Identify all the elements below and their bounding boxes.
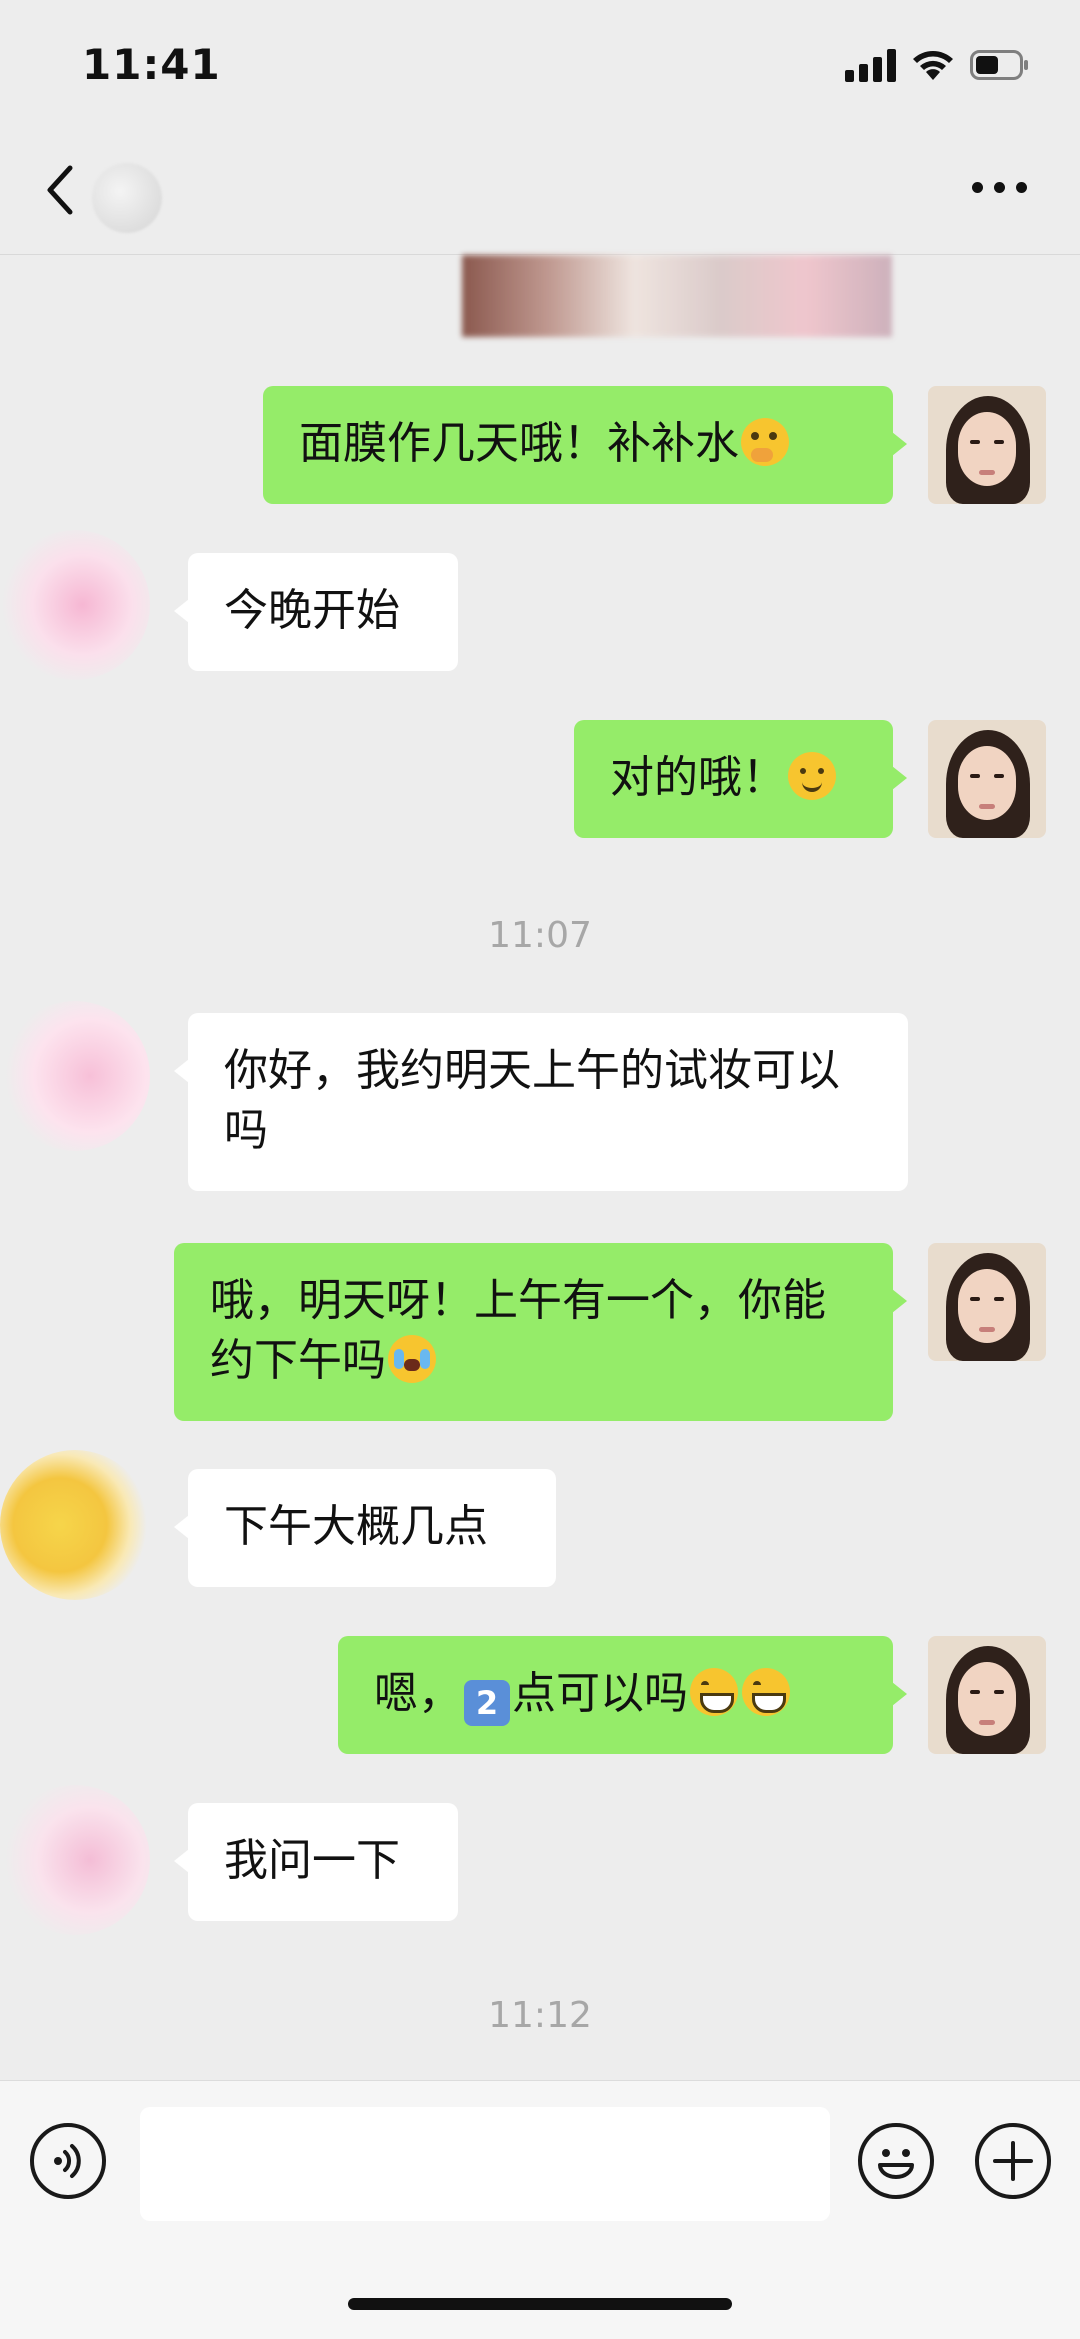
- message-bubble-sent[interactable]: 哦，明天呀！上午有一个，你能约下午吗: [174, 1243, 907, 1421]
- home-indicator[interactable]: [348, 2298, 732, 2310]
- message-bubble-sent[interactable]: 对的哦！: [574, 720, 907, 838]
- emoji-icon[interactable]: [858, 2123, 934, 2199]
- message-input[interactable]: [140, 2107, 830, 2221]
- contact-avatar[interactable]: [0, 1001, 150, 1151]
- my-avatar[interactable]: [928, 720, 1046, 838]
- my-avatar[interactable]: [928, 1243, 1046, 1361]
- message-list[interactable]: 面膜作几天哦！补补水 今晚开始 对的哦！ 11:07 你好，我约明天上午的试妆可…: [0, 255, 1080, 2080]
- message-bubble-received[interactable]: 下午大概几点: [174, 1469, 556, 1587]
- my-avatar[interactable]: [928, 386, 1046, 504]
- contact-avatar[interactable]: [0, 1785, 150, 1935]
- more-icon[interactable]: [972, 182, 1028, 198]
- message-bubble-received[interactable]: 你好，我约明天上午的试妆可以吗: [174, 1013, 908, 1191]
- message-bubble-received[interactable]: 今晚开始: [174, 553, 458, 671]
- wifi-icon: [913, 51, 953, 80]
- message-timestamp: 11:12: [488, 1995, 592, 2036]
- my-avatar[interactable]: [928, 1636, 1046, 1754]
- contact-avatar[interactable]: [92, 163, 162, 233]
- battery-icon: [970, 50, 1028, 80]
- keycap-two-emoji: 2: [464, 1680, 510, 1726]
- plus-icon[interactable]: [975, 2123, 1051, 2199]
- title-blur-overlay: [200, 164, 860, 224]
- thinking-emoji-icon: [741, 418, 789, 466]
- chevron-left-icon[interactable]: [40, 160, 80, 220]
- message-timestamp: 11:07: [488, 915, 592, 956]
- chat-header: [0, 130, 1080, 255]
- message-bubble-sent[interactable]: 嗯， 2 点可以吗: [338, 1636, 907, 1754]
- message-bubble-received[interactable]: 我问一下: [174, 1803, 458, 1921]
- grin-emoji-icon: [742, 1668, 790, 1716]
- grin-emoji-icon: [690, 1668, 738, 1716]
- contact-avatar[interactable]: [0, 530, 150, 680]
- status-time: 11:41: [82, 40, 221, 89]
- smile-emoji-icon: [788, 752, 836, 800]
- cellular-signal-icon: [845, 48, 897, 82]
- voice-icon[interactable]: [30, 2123, 106, 2199]
- status-bar: 11:41: [0, 0, 1080, 130]
- contact-avatar[interactable]: [0, 1450, 150, 1600]
- message-bubble-sent[interactable]: 面膜作几天哦！补补水: [263, 386, 907, 504]
- crying-laughing-emoji-icon: [388, 1335, 436, 1383]
- image-message-blurred[interactable]: [462, 255, 892, 337]
- chat-title: [200, 164, 860, 224]
